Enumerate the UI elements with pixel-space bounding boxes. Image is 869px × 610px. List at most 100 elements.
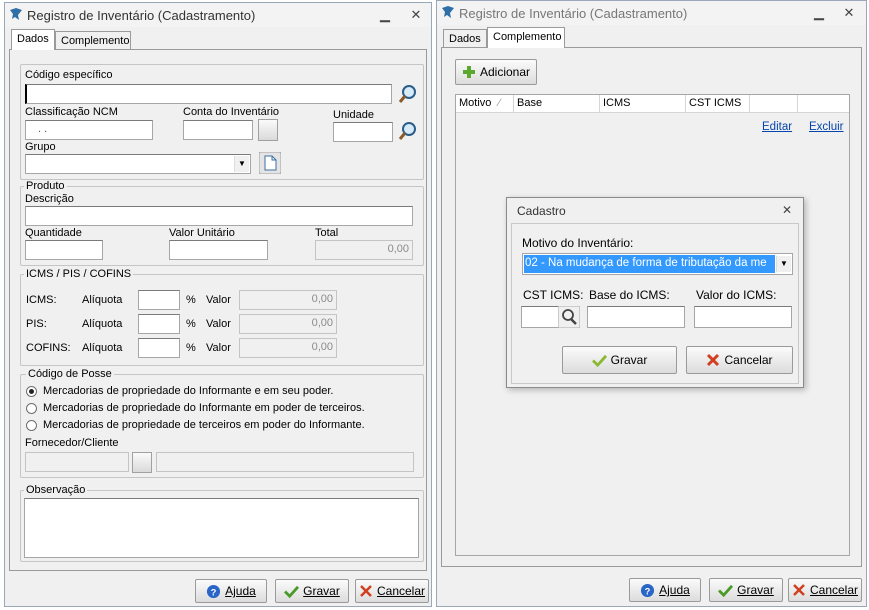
pis-valor-field: 0,00 xyxy=(239,314,337,334)
fornecedor-lookup-button[interactable] xyxy=(132,452,152,473)
search-icon[interactable] xyxy=(397,83,419,105)
motivo-label: Motivo do Inventário: xyxy=(522,236,634,250)
cofins-valor-field: 0,00 xyxy=(239,338,337,358)
descricao-input[interactable] xyxy=(25,206,413,226)
right-window-title: Registro de Inventário (Cadastramento) xyxy=(459,6,688,21)
cancelar-button[interactable]: Cancelar xyxy=(355,579,429,603)
obs-textarea[interactable] xyxy=(24,498,419,558)
posse-radio-1[interactable] xyxy=(26,386,37,397)
dialog-body: Motivo do Inventário: 02 - Na mudança de… xyxy=(511,223,799,384)
cst-input[interactable] xyxy=(521,306,559,328)
valor-unitario-input[interactable] xyxy=(169,240,268,260)
editar-link[interactable]: Editar xyxy=(762,121,792,133)
cancel-icon xyxy=(793,584,805,596)
close-icon[interactable]: ✕ xyxy=(779,203,795,217)
total-field: 0,00 xyxy=(315,240,413,260)
dialog-gravar-label: Gravar xyxy=(610,353,648,367)
column-motivo-label: Motivo xyxy=(459,97,492,109)
unidade-label: Unidade xyxy=(333,109,374,121)
check-icon xyxy=(591,354,607,367)
fornecedor-label: Fornecedor/Cliente xyxy=(25,437,119,449)
column-motivo[interactable]: Motivo ⁄ xyxy=(456,95,514,112)
ncm-input[interactable]: . . xyxy=(25,120,153,140)
gravar-button[interactable]: Gravar xyxy=(709,578,783,602)
left-titlebar: Registro de Inventário (Cadastramento) ▁… xyxy=(5,3,431,27)
app-icon xyxy=(442,6,454,18)
chevron-down-icon[interactable]: ▼ xyxy=(234,156,249,172)
pis-percent: % xyxy=(186,318,196,330)
cancel-icon xyxy=(360,585,372,597)
cofins-aliquota-label: Alíquota xyxy=(82,342,123,354)
base-input[interactable] xyxy=(587,306,685,328)
unidade-input[interactable] xyxy=(333,122,393,142)
grid-header: Motivo ⁄ Base ICMS CST ICMS xyxy=(456,95,849,113)
close-icon[interactable]: ✕ xyxy=(841,5,857,21)
cancel-icon xyxy=(707,353,720,367)
sort-icon: ⁄ xyxy=(498,97,501,109)
ajuda-button[interactable]: ? Ajuda xyxy=(195,579,267,603)
tab-complemento[interactable]: Complemento xyxy=(487,27,565,48)
grupo-select[interactable]: ▼ xyxy=(25,154,251,174)
column-cst-icms[interactable]: CST ICMS xyxy=(686,95,750,112)
valor-icms-input[interactable] xyxy=(694,306,792,328)
icms-aliquota-input[interactable] xyxy=(138,290,180,310)
posse-option-2[interactable]: Mercadorias de propriedade do Informante… xyxy=(43,402,365,414)
search-icon[interactable] xyxy=(558,306,580,328)
help-icon: ? xyxy=(207,584,221,598)
posse-option-3[interactable]: Mercadorias de propriedade de terceiros … xyxy=(43,419,365,431)
valor-unitario-label: Valor Unitário xyxy=(169,227,235,239)
excluir-link[interactable]: Excluir xyxy=(809,121,844,133)
base-label: Base do ICMS: xyxy=(589,288,670,302)
app-icon xyxy=(10,8,22,20)
tab-dados[interactable]: Dados xyxy=(11,29,55,50)
cancelar-label: Cancelar xyxy=(809,583,859,597)
column-base[interactable]: Base xyxy=(514,95,600,112)
icms-label: ICMS: xyxy=(26,294,57,306)
cofins-aliquota-input[interactable] xyxy=(138,338,180,358)
adicionar-label: Adicionar xyxy=(479,65,531,79)
cst-label: CST ICMS: xyxy=(523,288,584,302)
cofins-valor-label: Valor xyxy=(206,342,231,354)
tab-complemento[interactable]: Complemento xyxy=(55,31,131,50)
column-icms[interactable]: ICMS xyxy=(600,95,686,112)
conta-label: Conta do Inventário xyxy=(183,106,280,118)
adicionar-button[interactable]: Adicionar xyxy=(455,59,537,85)
posse-group-title: Código de Posse xyxy=(26,368,114,380)
ajuda-label: Ajuda xyxy=(659,583,690,597)
minimize-icon[interactable]: ▁ xyxy=(377,7,393,23)
right-titlebar: Registro de Inventário (Cadastramento) ▁… xyxy=(437,1,866,25)
pis-aliquota-input[interactable] xyxy=(138,314,180,334)
dialog-titlebar: Cadastro ✕ xyxy=(507,198,803,223)
cadastro-dialog: Cadastro ✕ Motivo do Inventário: 02 - Na… xyxy=(506,197,804,388)
posse-radio-2[interactable] xyxy=(26,403,37,414)
obs-group-title: Observação xyxy=(24,484,88,496)
ajuda-button[interactable]: ? Ajuda xyxy=(629,578,701,602)
codigo-input[interactable] xyxy=(25,84,392,104)
dialog-cancelar-button[interactable]: Cancelar xyxy=(686,346,793,374)
chevron-down-icon[interactable]: ▼ xyxy=(776,256,791,272)
motivo-select[interactable]: 02 - Na mudança de forma de tributação d… xyxy=(522,253,793,275)
tab-dados[interactable]: Dados xyxy=(443,29,487,48)
close-icon[interactable]: ✕ xyxy=(408,7,424,23)
conta-lookup-button[interactable] xyxy=(258,119,278,141)
pis-valor-label: Valor xyxy=(206,318,231,330)
cofins-percent: % xyxy=(186,342,196,354)
posse-radio-3[interactable] xyxy=(26,420,37,431)
grupo-label: Grupo xyxy=(25,141,56,153)
left-window: Registro de Inventário (Cadastramento) ▁… xyxy=(4,2,432,607)
left-panel: Código específico Classificação NCM . . … xyxy=(9,49,427,571)
cancelar-button[interactable]: Cancelar xyxy=(788,578,862,602)
dialog-gravar-button[interactable]: Gravar xyxy=(562,346,677,374)
gravar-button[interactable]: Gravar xyxy=(275,579,349,603)
new-document-icon[interactable] xyxy=(259,152,281,174)
total-label: Total xyxy=(315,227,339,239)
minimize-icon[interactable]: ▁ xyxy=(811,5,827,21)
check-icon xyxy=(718,584,734,597)
conta-input[interactable] xyxy=(183,120,253,140)
quantidade-input[interactable] xyxy=(25,240,103,260)
cancelar-label: Cancelar xyxy=(376,584,426,598)
search-icon[interactable] xyxy=(397,120,419,142)
check-icon xyxy=(284,585,300,598)
svg-text:?: ? xyxy=(645,586,651,596)
posse-option-1[interactable]: Mercadorias de propriedade do Informante… xyxy=(43,385,333,397)
